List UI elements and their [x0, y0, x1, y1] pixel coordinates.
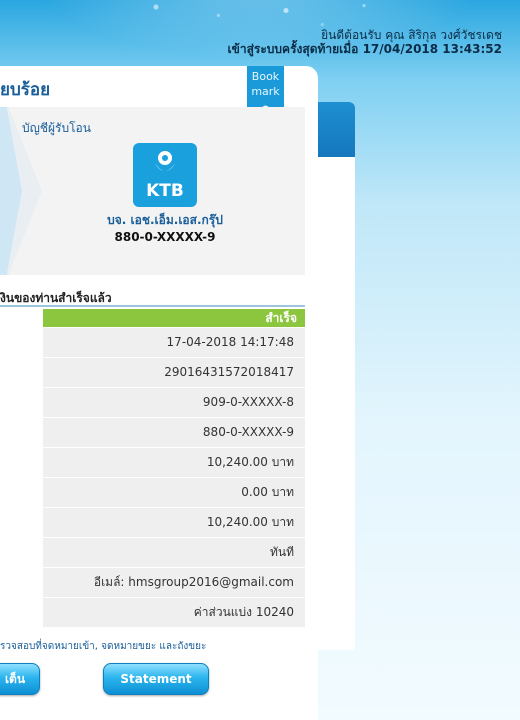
details-table: 17-04-2018 14:17:48 29016431572018417 90… — [43, 328, 305, 628]
welcome-text: ยินดีต้อนรับ คุณ สิริกุล วงศ์วัชรเดช เข้… — [228, 28, 502, 56]
transfer-timing: ทันที — [43, 538, 305, 567]
recipient-account: 880-0-XXXXX-9 — [114, 230, 216, 244]
transaction-datetime: 17-04-2018 14:17:48 — [43, 328, 305, 357]
welcome-greeting: ยินดีต้อนรับ คุณ สิริกุล วงศ์วัชรเดช — [321, 28, 502, 42]
bookmark-label-1: Book — [251, 70, 280, 83]
memo: ค่าส่วนแบ่ง 10240 — [43, 598, 305, 627]
transfer-arrow-inner — [0, 107, 22, 275]
from-account: 909-0-XXXXX-8 — [43, 388, 305, 417]
bank-logo-text: KTB — [146, 181, 184, 201]
table-label-column — [0, 309, 43, 627]
bookmark-label-2: mark — [251, 85, 280, 98]
side-panel-tab[interactable] — [318, 102, 355, 157]
fee: 0.00 บาท — [43, 478, 305, 507]
recipient-name: บจ. เอช.เอ็ม.เอส.กรุ๊ป — [107, 213, 223, 227]
last-login: เข้าสู่ระบบครั้งสุดท้ายเมื่อ 17/04/2018 … — [227, 42, 502, 56]
section-divider — [0, 305, 305, 307]
home-button[interactable]: เต็น — [0, 663, 40, 695]
side-panel — [318, 102, 355, 650]
to-account: 880-0-XXXXX-9 — [43, 418, 305, 447]
email-notification: อีเมล์: hmsgroup2016@gmail.com — [43, 568, 305, 597]
email-note: รวจสอบที่จดหมายเข้า, จดหมายขยะ และถังขยะ — [0, 641, 207, 652]
reference-number: 29016431572018417 — [43, 358, 305, 387]
total-amount: 10,240.00 บาท — [43, 508, 305, 537]
amount: 10,240.00 บาท — [43, 448, 305, 477]
garuda-bird-icon — [155, 151, 175, 171]
bank-logo: KTB — [133, 143, 197, 207]
status-badge: สำเร็จ — [43, 309, 305, 327]
page-title: ียบร้อย — [0, 80, 51, 100]
recipient-label: บัญชีผู้รับโอน — [22, 121, 91, 135]
statement-button[interactable]: Statement — [103, 663, 209, 695]
